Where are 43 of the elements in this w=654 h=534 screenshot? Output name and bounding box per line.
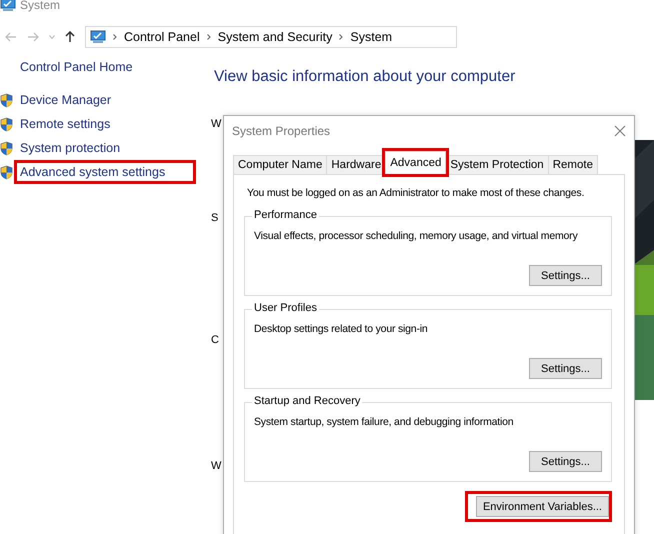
sidebar-link[interactable]: Advanced system settings (14, 160, 196, 184)
settings-button[interactable]: Settings... (529, 358, 602, 379)
close-icon[interactable] (614, 125, 626, 137)
sidebar-link[interactable]: Remote settings (14, 112, 116, 136)
sidebar-link[interactable]: Control Panel Home (0, 60, 214, 74)
group-description: Desktop settings related to your sign-in (254, 323, 429, 335)
environment-variables-button[interactable]: Environment Variables... (476, 496, 609, 517)
tab[interactable]: Advanced (385, 151, 446, 174)
partial-label: W (211, 118, 222, 130)
group-title: Performance (252, 209, 319, 221)
shield-icon (0, 164, 13, 180)
breadcrumb-item[interactable]: System and Security (218, 30, 332, 44)
breadcrumb-item[interactable]: Control Panel (124, 30, 200, 44)
settings-button[interactable]: Settings... (529, 451, 602, 472)
notice-text: You must be logged on as an Administrator to make most of these changes. (247, 187, 586, 199)
forward-arrow-icon[interactable] (27, 32, 39, 42)
back-arrow-icon[interactable] (5, 32, 17, 42)
window-title: System (20, 0, 60, 12)
up-arrow-icon[interactable] (65, 31, 75, 43)
shield-icon (0, 140, 13, 156)
shield-icon (0, 92, 13, 108)
partial-label: W (211, 460, 222, 472)
chevron-icon (206, 34, 211, 40)
group-description: System startup, system failure, and debugging information (254, 416, 514, 428)
group-title: User Profiles (252, 302, 319, 314)
tab[interactable]: Computer Name (233, 155, 328, 174)
sidebar-link[interactable]: Device Manager (14, 88, 118, 112)
settings-button[interactable]: Settings... (529, 265, 602, 286)
sidebar-link[interactable]: System protection (14, 136, 126, 160)
group-description: Visual effects, processor scheduling, memory usage, and virtual memory (254, 230, 579, 242)
page-heading: View basic information about your computer (214, 68, 516, 86)
chevron-icon (113, 34, 117, 40)
shield-icon (0, 116, 13, 132)
dropdown-caret-icon[interactable] (49, 35, 55, 39)
computer-icon (90, 30, 106, 44)
chevron-icon (339, 34, 344, 40)
group-title: Startup and Recovery (252, 395, 362, 407)
address-bar[interactable]: Control Panel System and Security System (85, 26, 457, 48)
tab[interactable]: Remote (548, 155, 598, 174)
partial-label: C (211, 334, 219, 346)
dialog-title: System Properties (232, 124, 330, 138)
breadcrumb-item[interactable]: System (350, 30, 392, 44)
partial-label: S (211, 212, 218, 224)
